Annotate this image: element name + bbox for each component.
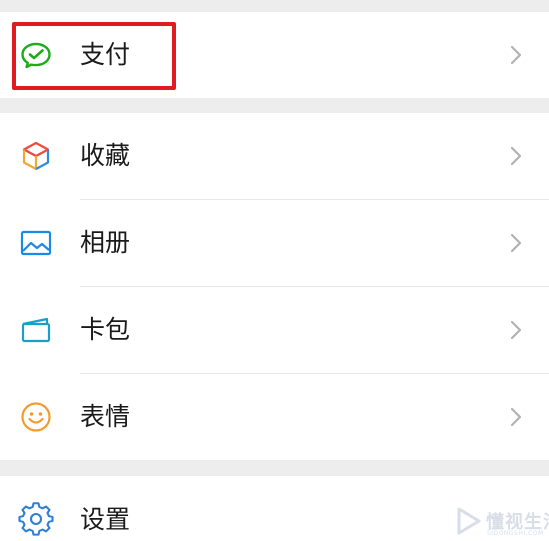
gear-icon xyxy=(18,502,54,538)
menu-item-cards-label: 卡包 xyxy=(80,315,131,344)
chevron-right-icon xyxy=(509,319,523,341)
play-logo-icon xyxy=(456,507,482,535)
menu-item-album-label: 相册 xyxy=(80,228,131,257)
card-wallet-icon xyxy=(18,312,54,348)
menu-item-stickers-label: 表情 xyxy=(80,402,131,431)
menu-item-favorites[interactable]: 收藏 xyxy=(0,113,549,199)
menu-item-settings-label: 设置 xyxy=(80,505,131,534)
menu-item-album[interactable]: 相册 xyxy=(0,200,549,286)
picture-icon xyxy=(18,225,54,261)
chevron-right-icon xyxy=(509,145,523,167)
chevron-right-icon xyxy=(509,44,523,66)
menu-item-stickers[interactable]: 表情 xyxy=(0,374,549,460)
menu-item-cards[interactable]: 卡包 xyxy=(0,287,549,373)
highlight-box xyxy=(12,22,176,90)
services-group: 收藏 相册 卡包 表情 xyxy=(0,113,549,460)
cube-icon xyxy=(18,138,54,174)
menu-item-favorites-label: 收藏 xyxy=(80,141,131,170)
me-page-menu: 支付 收藏 相册 卡包 表情 设置 懂视生 SIDONGSHI.COM xyxy=(0,0,549,541)
chevron-right-icon xyxy=(509,406,523,428)
chevron-right-icon xyxy=(509,232,523,254)
smiley-icon xyxy=(18,399,54,435)
watermark: 懂视生活 SIDONGSHI.COM xyxy=(452,503,549,541)
watermark-subtext: SIDONGSHI.COM xyxy=(487,530,544,537)
